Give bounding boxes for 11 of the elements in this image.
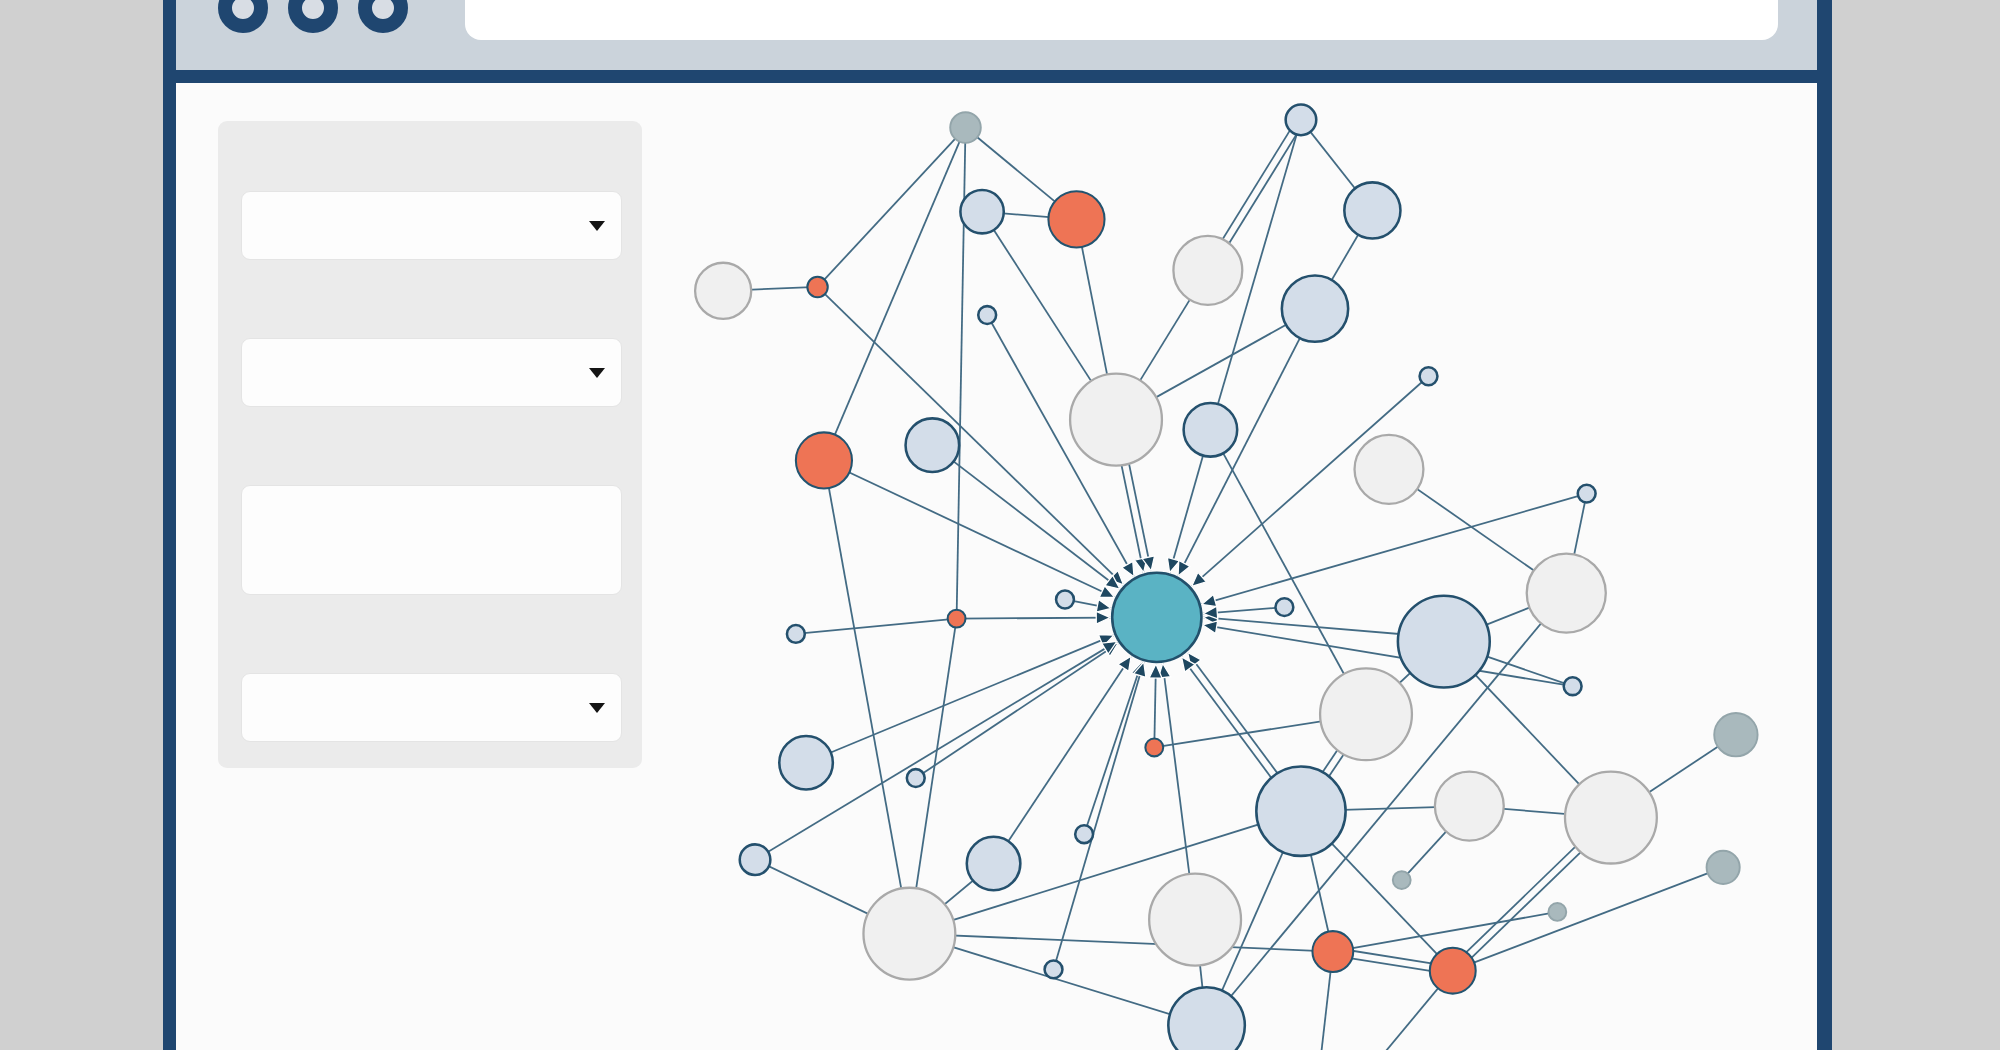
address-bar[interactable]: [465, 0, 1778, 40]
dropdown[interactable]: [241, 673, 622, 742]
ring-icon[interactable]: [218, 0, 268, 33]
caret-icon: [589, 220, 605, 231]
caret-icon: [589, 367, 605, 378]
text-area[interactable]: [241, 485, 622, 595]
dropdown[interactable]: [241, 338, 622, 407]
ring-icon[interactable]: [288, 0, 338, 33]
dropdown[interactable]: [241, 191, 622, 260]
caret-icon: [589, 702, 605, 713]
ring-icon[interactable]: [358, 0, 408, 33]
